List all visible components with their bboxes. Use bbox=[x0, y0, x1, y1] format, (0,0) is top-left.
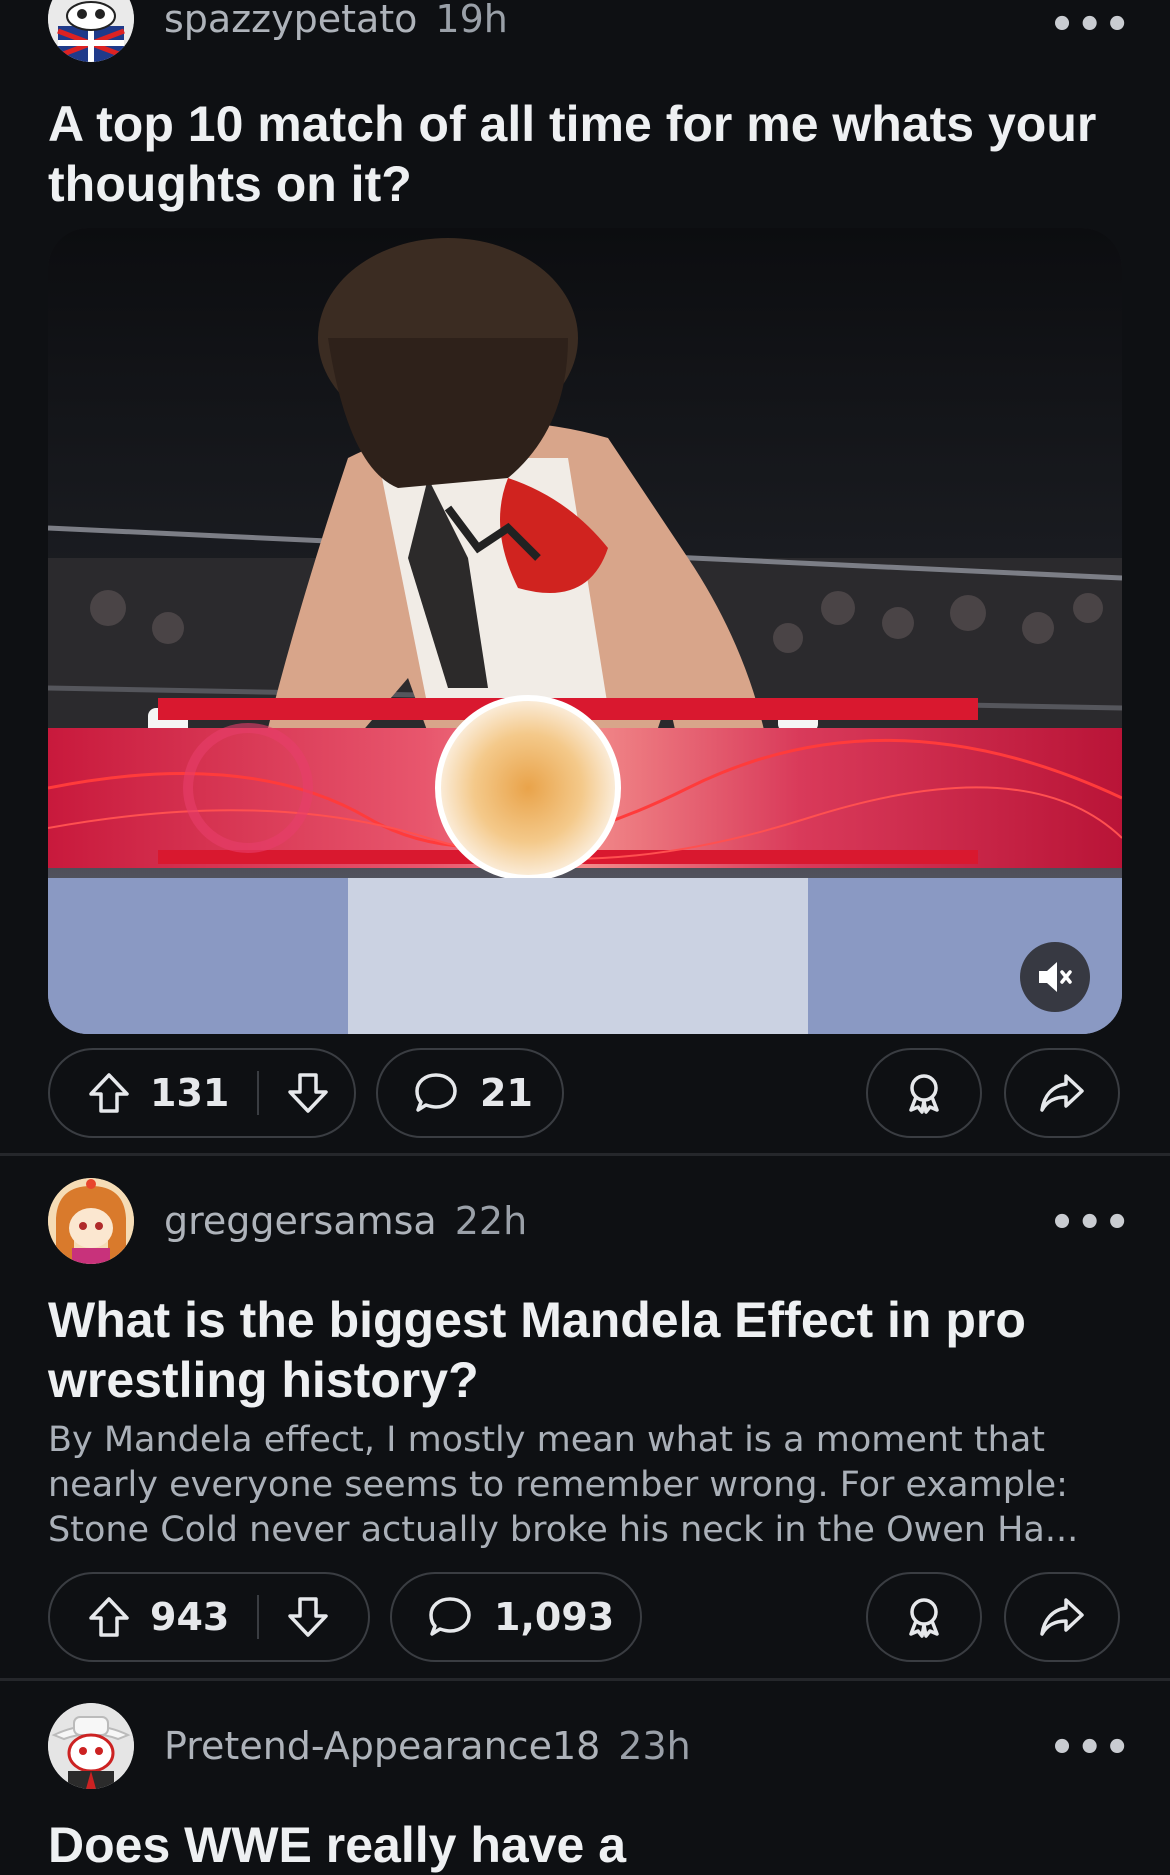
post-body-preview[interactable]: By Mandela effect, I mostly mean what is… bbox=[48, 1418, 1128, 1553]
post-meta: spazzypetato 19h bbox=[164, 0, 508, 41]
post-meta: greggersamsa 22h bbox=[164, 1199, 527, 1243]
post-title[interactable]: Does WWE really have a bbox=[48, 1815, 1108, 1875]
share-icon bbox=[1040, 1074, 1084, 1112]
post-header: greggersamsa 22h bbox=[48, 1178, 527, 1264]
award-icon bbox=[909, 1074, 939, 1114]
username[interactable]: Pretend-Appearance18 bbox=[164, 1724, 600, 1768]
post-time: 23h bbox=[618, 1724, 691, 1768]
upvote-count: 943 bbox=[150, 1595, 230, 1639]
downvote-icon[interactable] bbox=[285, 1070, 331, 1116]
comments-button[interactable]: 1,093 bbox=[390, 1572, 642, 1662]
vote-bar: 943 bbox=[48, 1572, 370, 1662]
downvote-icon[interactable] bbox=[285, 1594, 331, 1640]
post-card[interactable]: greggersamsa 22h ••• What is the biggest … bbox=[0, 1156, 1170, 1676]
avatar[interactable] bbox=[48, 0, 134, 62]
post-time: 19h bbox=[435, 0, 508, 41]
award-icon bbox=[909, 1598, 939, 1638]
post-video[interactable] bbox=[48, 228, 1122, 1034]
comment-count: 1,093 bbox=[494, 1595, 615, 1639]
comment-icon bbox=[412, 1069, 460, 1117]
vote-separator bbox=[257, 1595, 260, 1639]
mute-icon bbox=[1039, 962, 1072, 992]
post-card[interactable]: Pretend-Appearance18 23h ••• Does WWE rea… bbox=[0, 1681, 1170, 1873]
upvote-icon[interactable] bbox=[86, 1070, 132, 1116]
post-header: spazzypetato 19h bbox=[48, 0, 508, 62]
vote-separator bbox=[257, 1071, 260, 1115]
post-card[interactable]: spazzypetato 19h ••• A top 10 match of al… bbox=[0, 0, 1170, 1150]
share-button[interactable] bbox=[1004, 1572, 1120, 1662]
comment-icon bbox=[426, 1593, 474, 1641]
share-icon bbox=[1040, 1598, 1084, 1636]
post-time: 22h bbox=[454, 1199, 528, 1243]
post-title[interactable]: What is the biggest Mandela Effect in pr… bbox=[48, 1290, 1108, 1410]
post-title[interactable]: A top 10 match of all time for me whats … bbox=[48, 94, 1108, 214]
username[interactable]: greggersamsa bbox=[164, 1199, 437, 1243]
more-icon[interactable]: ••• bbox=[1049, 1200, 1132, 1246]
award-button[interactable] bbox=[866, 1572, 982, 1662]
username[interactable]: spazzypetato bbox=[164, 0, 417, 41]
share-button[interactable] bbox=[1004, 1048, 1120, 1138]
more-icon[interactable]: ••• bbox=[1049, 1725, 1132, 1771]
upvote-icon[interactable] bbox=[86, 1594, 132, 1640]
mute-button[interactable] bbox=[1020, 942, 1090, 1012]
more-icon[interactable]: ••• bbox=[1049, 2, 1132, 48]
post-meta: Pretend-Appearance18 23h bbox=[164, 1724, 691, 1768]
comment-count: 21 bbox=[480, 1071, 533, 1115]
upvote-count: 131 bbox=[150, 1071, 230, 1115]
award-button[interactable] bbox=[866, 1048, 982, 1138]
avatar[interactable] bbox=[48, 1703, 134, 1789]
vote-bar: 131 bbox=[48, 1048, 356, 1138]
avatar[interactable] bbox=[48, 1178, 134, 1264]
comments-button[interactable]: 21 bbox=[376, 1048, 564, 1138]
post-header: Pretend-Appearance18 23h bbox=[48, 1703, 691, 1789]
